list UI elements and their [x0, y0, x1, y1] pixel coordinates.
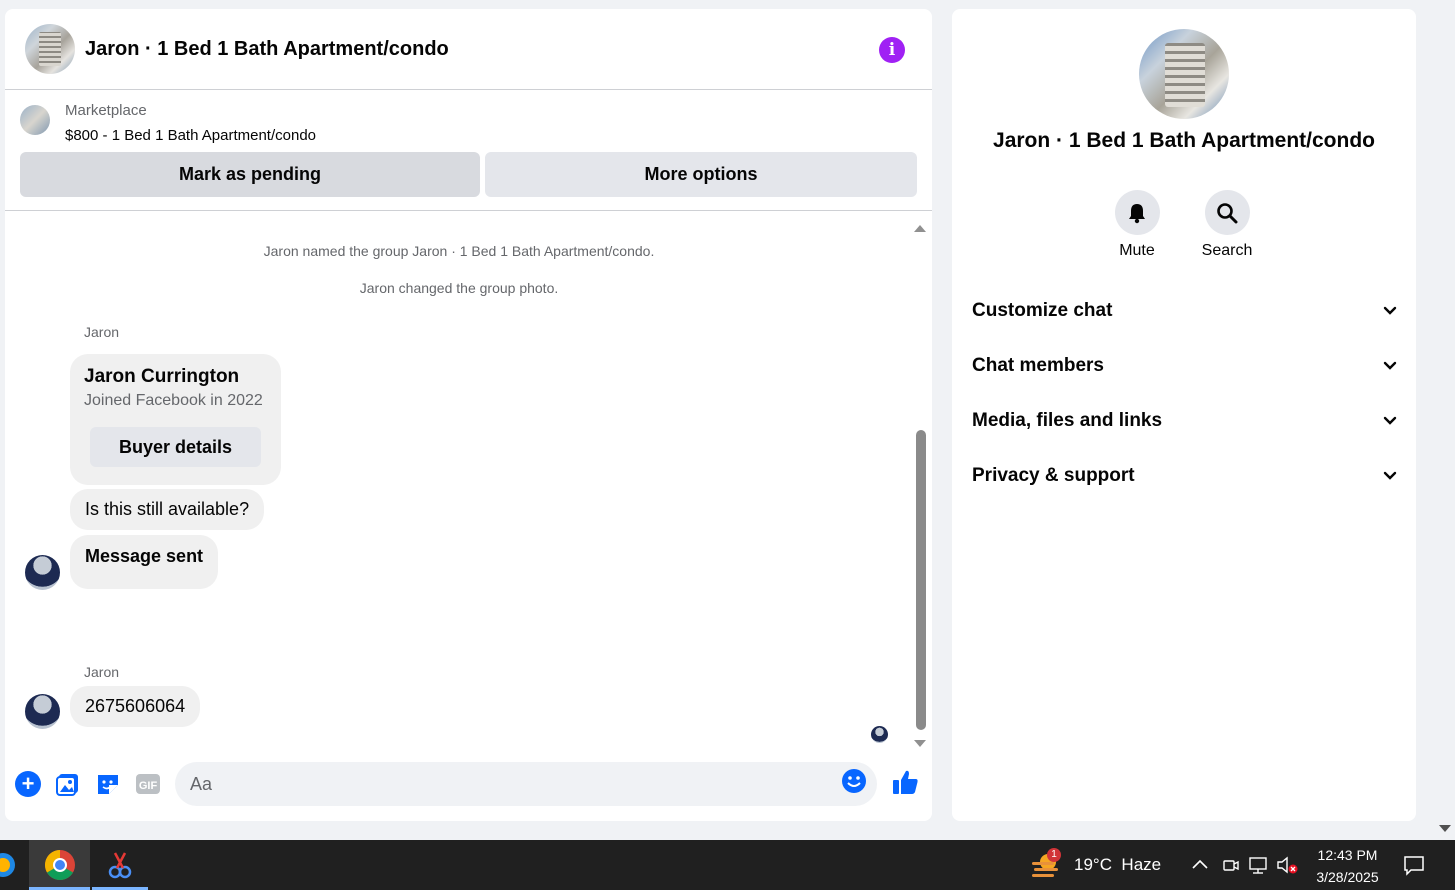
message-bubble[interactable]: 2675606064	[70, 686, 201, 727]
buyer-details-button[interactable]: Buyer details	[90, 427, 261, 467]
group-avatar[interactable]	[25, 24, 75, 74]
customize-chat-section[interactable]: Customize chat	[972, 291, 1397, 331]
listing-thumbnail[interactable]	[20, 105, 50, 135]
clock-date: 3/28/2025	[1316, 869, 1379, 885]
details-title: Jaron · 1 Bed 1 Bath Apartment/condo	[993, 129, 1375, 152]
more-options-button[interactable]: More options	[485, 152, 917, 197]
chat-panel: Jaron · 1 Bed 1 Bath Apartment/condo i M…	[5, 9, 932, 821]
like-icon[interactable]	[890, 767, 920, 797]
chevron-down-icon	[1383, 306, 1397, 315]
buyer-card: Jaron Currington Joined Facebook in 2022…	[70, 354, 281, 485]
message-input[interactable]	[175, 762, 877, 806]
buyer-joined: Joined Facebook in 2022	[84, 392, 263, 409]
details-panel: Jaron · 1 Bed 1 Bath Apartment/condo Mut…	[952, 9, 1416, 821]
info-icon[interactable]: i	[879, 37, 905, 63]
chevron-up-icon[interactable]	[1190, 855, 1210, 875]
search-label: Search	[1201, 242, 1253, 259]
mute-label: Mute	[1119, 242, 1155, 259]
buyer-name: Jaron Currington	[84, 366, 240, 387]
sticker-icon[interactable]	[95, 771, 121, 797]
listing-title[interactable]: $800 - 1 Bed 1 Bath Apartment/condo	[65, 127, 316, 144]
sender-name: Jaron	[84, 324, 120, 340]
chat-header: Jaron · 1 Bed 1 Bath Apartment/condo i	[5, 9, 932, 90]
sender-avatar[interactable]	[25, 555, 60, 590]
taskbar: 1 19°C Haze 12:43 PM 3/28/2025	[0, 840, 1455, 890]
chrome-icon	[44, 850, 75, 881]
section-label: Customize chat	[972, 300, 1113, 321]
weather-text: 19°C Haze	[1074, 855, 1162, 874]
group-photo[interactable]	[1139, 29, 1229, 119]
chevron-down-icon	[1383, 361, 1397, 370]
gif-icon[interactable]: GIF	[135, 771, 161, 797]
privacy-support-section[interactable]: Privacy & support	[972, 456, 1397, 496]
tray-icons	[1190, 840, 1298, 890]
message-list: Jaron named the group Jaron · 1 Bed 1 Ba…	[5, 212, 932, 752]
section-label: Privacy & support	[972, 465, 1135, 486]
page-scroll-down-arrow[interactable]	[1439, 825, 1451, 832]
system-message: Jaron named the group Jaron · 1 Bed 1 Ba…	[263, 243, 655, 259]
marketplace-label: Marketplace	[65, 102, 147, 119]
bell-icon[interactable]	[1114, 190, 1160, 235]
message-bubble[interactable]: Is this still available?	[70, 489, 265, 530]
seen-indicator-avatar	[871, 726, 888, 743]
scroll-up-arrow[interactable]	[914, 225, 926, 232]
chat-members-section[interactable]: Chat members	[972, 346, 1397, 386]
svg-text:GIF: GIF	[139, 780, 158, 792]
notifications-button[interactable]	[1402, 840, 1426, 890]
notification-icon	[1404, 856, 1424, 876]
taskbar-app-snipping[interactable]	[92, 840, 148, 890]
weather-badge: 1	[1047, 848, 1061, 862]
mute-action[interactable]: Mute	[1102, 190, 1172, 260]
sender-avatar[interactable]	[25, 694, 60, 729]
media-files-section[interactable]: Media, files and links	[972, 401, 1397, 441]
marketplace-bar: Marketplace $800 - 1 Bed 1 Bath Apartmen…	[5, 91, 932, 211]
volume-muted-icon[interactable]	[1276, 855, 1298, 875]
mark-pending-button[interactable]: Mark as pending	[20, 152, 480, 197]
sender-name: Jaron	[84, 664, 120, 680]
emoji-icon[interactable]	[841, 768, 867, 794]
section-label: Media, files and links	[972, 410, 1163, 431]
photo-icon[interactable]	[55, 771, 81, 797]
search-action[interactable]: Search	[1192, 190, 1262, 260]
chevron-down-icon	[1383, 416, 1397, 425]
weather-widget[interactable]: 1 19°C Haze	[1030, 848, 1162, 880]
search-icon[interactable]	[1204, 190, 1250, 235]
network-icon[interactable]	[1248, 855, 1268, 875]
taskbar-app-pc[interactable]	[0, 840, 18, 890]
section-label: Chat members	[972, 355, 1104, 376]
plus-icon[interactable]: +	[15, 771, 41, 797]
chat-title[interactable]: Jaron · 1 Bed 1 Bath Apartment/condo	[85, 38, 449, 61]
scroll-down-arrow[interactable]	[914, 740, 926, 747]
scrollbar-thumb[interactable]	[916, 430, 926, 730]
chevron-down-icon	[1383, 471, 1397, 480]
taskbar-app-chrome[interactable]	[29, 840, 90, 890]
clock-time: 12:43 PM	[1317, 847, 1378, 863]
composer: + GIF	[5, 759, 932, 815]
meet-icon[interactable]	[1222, 855, 1240, 875]
snipping-tool-icon	[108, 852, 132, 879]
clock[interactable]: 12:43 PM 3/28/2025	[1300, 844, 1395, 888]
system-message: Jaron changed the group photo.	[359, 280, 559, 296]
message-bubble[interactable]: Message sent	[70, 535, 219, 589]
